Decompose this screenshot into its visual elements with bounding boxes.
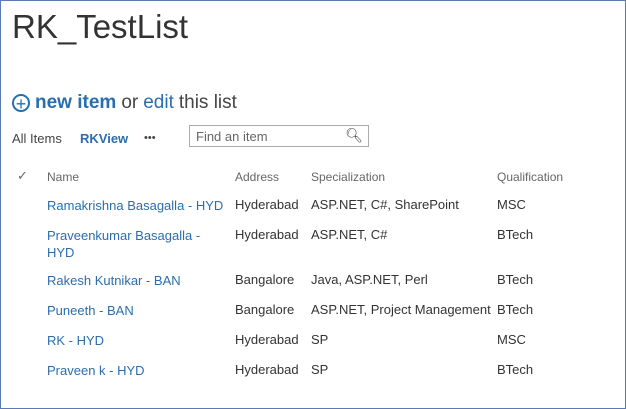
item-address: Bangalore — [235, 272, 295, 287]
item-name-link[interactable]: Rakesh Kutnikar - BAN — [47, 272, 181, 289]
item-qualification: MSC — [497, 197, 526, 212]
item-name-link[interactable]: Praveen k - HYD — [47, 362, 145, 379]
item-qualification: BTech — [497, 272, 534, 287]
or-text: or — [121, 92, 139, 113]
item-qualification: MSC — [497, 332, 526, 347]
item-address: Hyderabad — [235, 332, 299, 347]
column-header-name[interactable]: Name — [47, 170, 79, 184]
search-placeholder: Find an item — [196, 129, 268, 144]
view-all-items[interactable]: All Items — [12, 131, 62, 146]
item-specialization: ASP.NET, C#, SharePoint — [311, 197, 459, 212]
item-specialization: ASP.NET, C# — [311, 227, 388, 242]
item-qualification: BTech — [497, 362, 534, 377]
this-list-text: this list — [178, 92, 237, 113]
item-specialization: SP — [311, 332, 329, 347]
item-address: Hyderabad — [235, 197, 299, 212]
more-views-button[interactable]: ••• — [144, 132, 156, 144]
select-all-checkmark-icon[interactable]: ✓ — [17, 168, 28, 184]
new-item-link[interactable]: new item — [35, 92, 116, 114]
item-specialization: SP — [311, 362, 329, 377]
item-address: Hyderabad — [235, 227, 299, 242]
item-address: Hyderabad — [235, 362, 299, 377]
item-name-link[interactable]: Praveenkumar Basagalla - HYD — [47, 227, 200, 261]
column-header-address[interactable]: Address — [235, 170, 279, 184]
item-specialization: Java, ASP.NET, Perl — [311, 272, 428, 287]
search-icon[interactable]: 🔍︎ — [345, 127, 363, 144]
command-bar: + new item or edit this list — [12, 92, 237, 114]
plus-circle-icon[interactable]: + — [12, 94, 30, 113]
column-header-qualification[interactable]: Qualification — [497, 170, 563, 184]
item-name-link[interactable]: Puneeth - BAN — [47, 302, 134, 319]
item-qualification: BTech — [497, 302, 534, 317]
search-input[interactable]: Find an item 🔍︎ — [189, 125, 369, 147]
column-header-specialization[interactable]: Specialization — [311, 170, 385, 184]
item-qualification: BTech — [497, 227, 534, 242]
item-address: Bangalore — [235, 302, 295, 317]
page-title: RK_TestList — [12, 8, 189, 45]
item-name-link[interactable]: RK - HYD — [47, 332, 104, 349]
item-specialization: ASP.NET, Project Management — [311, 302, 491, 317]
item-name-link[interactable]: Ramakrishna Basagalla - HYD — [47, 197, 223, 214]
edit-link[interactable]: edit — [143, 92, 174, 114]
view-rkview[interactable]: RKView — [80, 131, 128, 146]
